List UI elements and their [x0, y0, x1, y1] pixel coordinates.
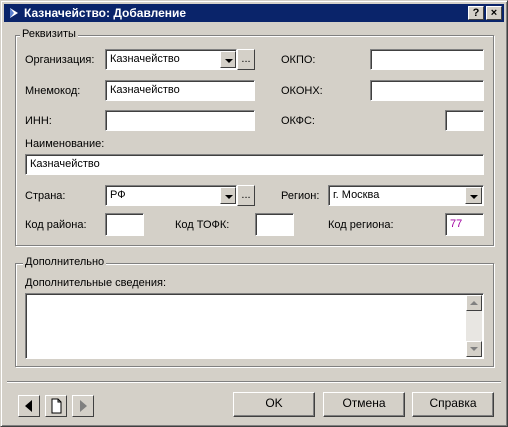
region-value: г. Москва	[333, 189, 380, 201]
organization-dropdown-button[interactable]	[220, 51, 236, 68]
organization-field[interactable]: Казначейство	[105, 49, 237, 70]
district-code-label: Код района:	[25, 219, 87, 231]
cancel-button[interactable]: Отмена	[323, 392, 405, 417]
ok-button[interactable]: OK	[233, 392, 315, 417]
title-bar[interactable]: Казначейство: Добавление ? ×	[4, 4, 504, 22]
vertical-scrollbar[interactable]	[466, 295, 482, 357]
country-field[interactable]: РФ	[105, 185, 237, 206]
arrow-up-icon	[470, 301, 478, 305]
help-button[interactable]: Справка	[412, 392, 494, 417]
okfs-field[interactable]	[445, 110, 484, 131]
prev-record-button[interactable]	[18, 395, 40, 417]
arrow-left-icon	[25, 400, 32, 412]
mnemocode-field[interactable]: Казначейство	[105, 80, 255, 101]
window-title: Казначейство: Добавление	[24, 6, 187, 20]
organization-label: Организация:	[25, 54, 95, 66]
region-label: Регион:	[281, 190, 320, 202]
additional-info-textarea[interactable]	[25, 293, 484, 359]
organization-browse-button[interactable]: ...	[237, 49, 255, 70]
inn-field[interactable]	[105, 110, 255, 131]
country-value: РФ	[110, 189, 126, 201]
okonh-label: ОКОНХ:	[281, 85, 323, 97]
requisites-legend: Реквизиты	[20, 28, 78, 40]
additional-info-label: Дополнительные сведения:	[25, 277, 166, 289]
scroll-up-button[interactable]	[466, 295, 482, 311]
help-title-button[interactable]: ?	[468, 6, 484, 20]
region-code-field[interactable]: 77	[445, 213, 484, 236]
scroll-down-button[interactable]	[466, 341, 482, 357]
country-browse-button[interactable]: ...	[237, 185, 255, 206]
close-title-button[interactable]: ×	[486, 6, 502, 20]
region-code-label: Код региона:	[328, 219, 394, 231]
mnemocode-label: Мнемокод:	[25, 85, 81, 97]
okfs-label: ОКФС:	[281, 115, 315, 127]
inn-label: ИНН:	[25, 115, 52, 127]
additional-legend: Дополнительно	[23, 256, 107, 268]
okpo-field[interactable]	[370, 49, 484, 70]
region-dropdown-button[interactable]	[465, 187, 482, 204]
arrow-down-icon	[470, 347, 478, 351]
country-label: Страна:	[25, 190, 66, 202]
region-select[interactable]: г. Москва	[328, 185, 484, 206]
okpo-label: ОКПО:	[281, 54, 316, 66]
country-dropdown-button[interactable]	[220, 187, 236, 204]
name-field[interactable]: Казначейство	[25, 154, 484, 175]
next-record-button[interactable]	[72, 395, 94, 417]
tofk-code-label: Код ТОФК:	[175, 219, 230, 231]
okonh-field[interactable]	[370, 80, 484, 101]
district-code-field[interactable]	[105, 213, 144, 236]
tofk-code-field[interactable]	[255, 213, 294, 236]
app-icon	[10, 8, 18, 18]
footer-separator	[7, 381, 501, 383]
dialog-window: Казначейство: Добавление ? × Реквизиты О…	[0, 0, 508, 427]
arrow-right-icon	[80, 400, 87, 412]
new-record-button[interactable]	[45, 395, 67, 417]
document-icon	[51, 398, 62, 414]
name-label: Наименование:	[25, 138, 105, 150]
organization-value: Казначейство	[110, 53, 180, 65]
